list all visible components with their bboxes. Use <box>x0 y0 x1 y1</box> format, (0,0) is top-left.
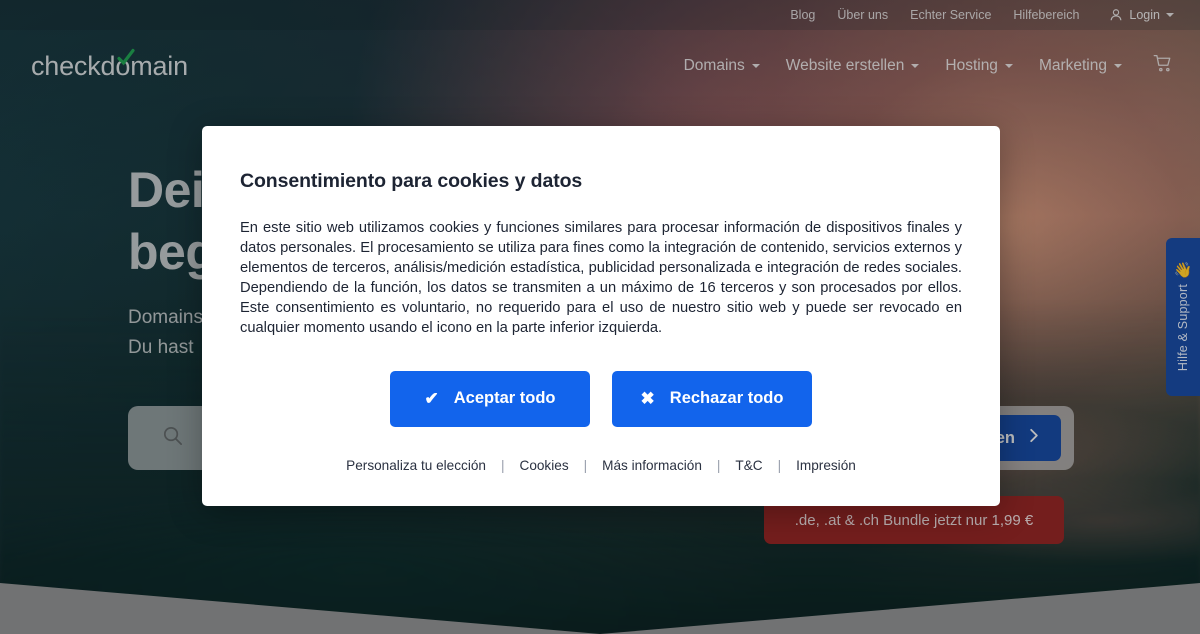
link-tc[interactable]: T&C <box>735 458 762 473</box>
link-mas-informacion[interactable]: Más información <box>602 458 702 473</box>
link-separator: | <box>583 457 588 473</box>
cookie-dialog-body: En este sitio web utilizamos cookies y f… <box>240 220 962 336</box>
accept-all-button-label: Aceptar todo <box>453 389 556 408</box>
close-icon: ✖ <box>640 389 655 409</box>
cookie-dialog-title: Consentimiento para cookies y datos <box>240 170 583 192</box>
page-root: Blog Über uns Echter Service Hilfebereic… <box>0 0 1200 634</box>
cookie-dialog-actions: ✔ Aceptar todo ✖ Rechazar todo <box>240 370 962 427</box>
link-personaliza-tu-eleccion[interactable]: Personaliza tu elección <box>346 458 486 473</box>
cookie-consent-dialog: Consentimiento para cookies y datos En e… <box>202 126 1000 506</box>
link-separator: | <box>500 457 505 473</box>
link-separator: | <box>777 457 782 473</box>
link-cookies[interactable]: Cookies <box>520 458 569 473</box>
check-icon: ✔ <box>424 389 439 409</box>
accept-all-button[interactable]: ✔ Aceptar todo <box>390 370 590 427</box>
cookie-dialog-links: Personaliza tu elección | Cookies | Más … <box>240 458 962 473</box>
reject-all-button[interactable]: ✖ Rechazar todo <box>612 370 812 427</box>
reject-all-button-label: Rechazar todo <box>669 389 784 408</box>
link-separator: | <box>716 457 721 473</box>
link-impresion[interactable]: Impresión <box>796 458 856 473</box>
